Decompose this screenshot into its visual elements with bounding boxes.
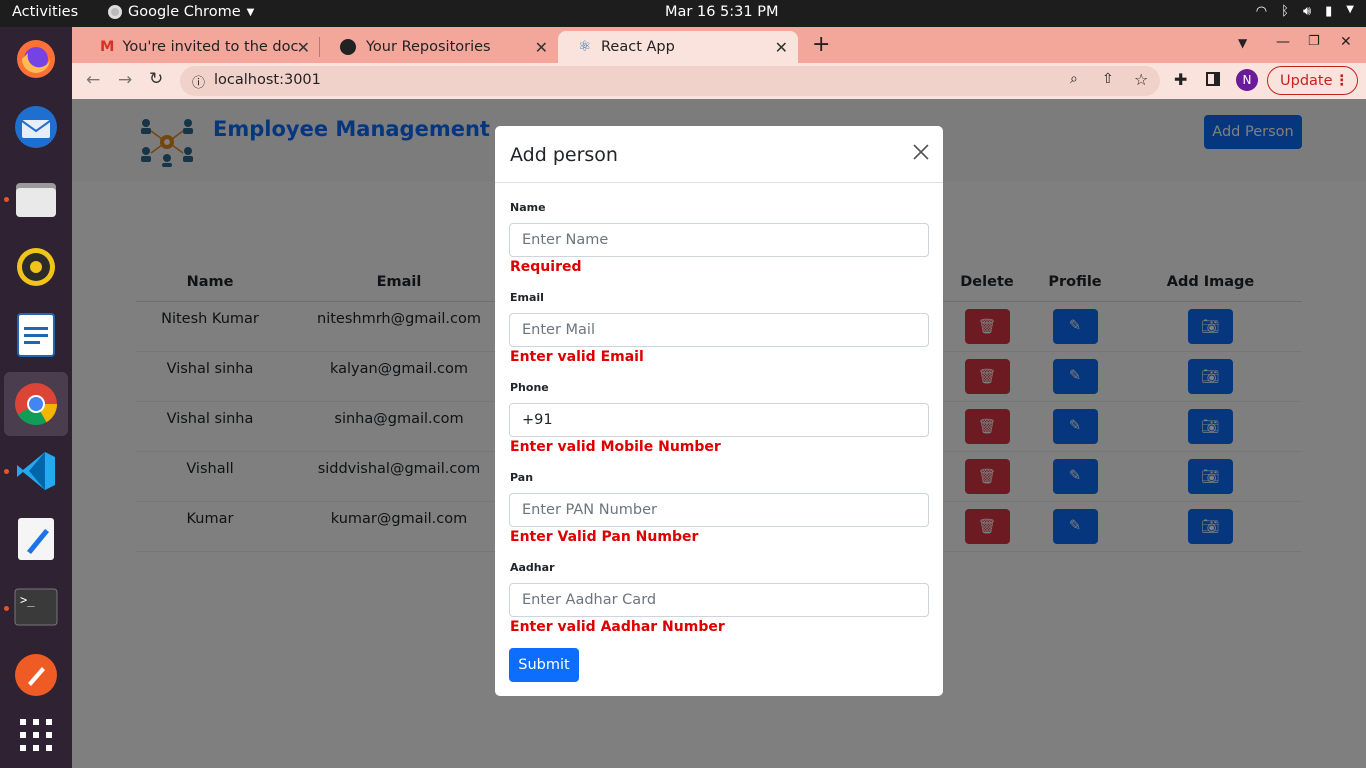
new-tab-button[interactable]: + [812, 32, 830, 57]
close-icon[interactable] [911, 142, 931, 162]
clock[interactable]: Mar 16 5:31 PM [665, 4, 778, 20]
tab-title: React App [601, 39, 675, 55]
aadhar-label: Aadhar [510, 561, 555, 574]
side-panel-icon[interactable] [1206, 72, 1220, 86]
thunderbird-icon[interactable] [12, 103, 60, 151]
text-editor-icon[interactable] [12, 515, 60, 563]
bluetooth-icon: ᛒ [1281, 4, 1289, 19]
system-tray[interactable]: ◠ ᛒ 🔊︎ ▮ ▼ [1256, 4, 1354, 19]
react-icon: ⚛ [578, 39, 591, 55]
name-label: Name [510, 201, 546, 214]
files-icon[interactable] [12, 175, 60, 223]
reload-icon[interactable]: ↻ [149, 69, 163, 89]
modal-header: Add person [495, 126, 943, 183]
battery-icon: ▮ [1325, 4, 1333, 19]
name-input[interactable] [509, 223, 929, 257]
system-top-bar: Activities Google Chrome ▼ Mar 16 5:31 P… [0, 0, 1366, 27]
activities-button[interactable]: Activities [12, 4, 78, 20]
maximize-button[interactable]: ❐ [1308, 34, 1320, 49]
add-person-modal: Add person Name Required Email Enter val… [495, 126, 943, 696]
email-label: Email [510, 291, 544, 304]
caret-down-icon: ▼ [246, 6, 255, 18]
browser-toolbar: ← → ↻ ⓘ localhost:3001 ⌕ ⇧ ☆ ✚ N Update … [72, 63, 1366, 99]
close-icon[interactable]: ✕ [297, 38, 310, 57]
pan-error: Enter Valid Pan Number [510, 529, 699, 545]
chrome-icon[interactable] [4, 372, 68, 436]
email-error: Enter valid Email [510, 349, 644, 365]
submit-button[interactable]: Submit [509, 648, 579, 682]
update-button[interactable]: Update ⋮ [1267, 66, 1358, 95]
tab-title: You're invited to the docu [122, 39, 299, 55]
tab-search-icon[interactable]: ▼ [1238, 36, 1247, 50]
browser-window: M You're invited to the docu ✕ Your Repo… [72, 27, 1366, 768]
chevron-down-icon: ▼ [1346, 4, 1354, 15]
aadhar-input[interactable] [509, 583, 929, 617]
phone-error: Enter valid Mobile Number [510, 439, 721, 455]
gmail-icon: M [100, 39, 115, 55]
running-indicator [4, 606, 9, 611]
close-window-button[interactable]: ✕ [1340, 34, 1352, 50]
app-menu[interactable]: Google Chrome ▼ [108, 4, 254, 20]
page-content: Employee Management Add Person Name Emai… [72, 99, 1366, 768]
pan-label: Pan [510, 471, 534, 484]
terminal-icon[interactable]: >_ [12, 583, 60, 631]
forward-icon[interactable]: → [118, 70, 132, 90]
tab-strip: M You're invited to the docu ✕ Your Repo… [72, 27, 1366, 63]
zoom-icon[interactable]: ⌕ [1070, 71, 1078, 87]
tab-react-app[interactable]: ⚛ React App ✕ [558, 31, 798, 63]
close-icon[interactable]: ✕ [535, 38, 548, 57]
url-text: localhost:3001 [214, 72, 321, 88]
address-bar[interactable]: ⓘ localhost:3001 ⌕ ⇧ ☆ [180, 66, 1160, 96]
email-input[interactable] [509, 313, 929, 347]
extensions-icon[interactable]: ✚ [1174, 70, 1187, 89]
firefox-icon[interactable] [12, 35, 60, 83]
name-error: Required [510, 259, 582, 275]
github-icon [340, 39, 356, 55]
running-indicator [4, 469, 9, 474]
phone-label: Phone [510, 381, 549, 394]
app-grid-icon[interactable] [12, 711, 60, 759]
svg-text:>_: >_ [20, 593, 35, 607]
bookmark-star-icon[interactable]: ☆ [1134, 70, 1148, 89]
phone-input[interactable] [509, 403, 929, 437]
writer-icon[interactable] [12, 311, 60, 359]
postman-icon[interactable] [12, 651, 60, 699]
running-indicator [4, 197, 9, 202]
share-icon[interactable]: ⇧ [1102, 71, 1114, 87]
tab-title: Your Repositories [366, 39, 491, 55]
volume-icon: 🔊︎ [1302, 4, 1312, 19]
minimize-button[interactable]: — [1276, 34, 1290, 50]
app-menu-label: Google Chrome [128, 4, 241, 20]
modal-title: Add person [510, 144, 618, 166]
wifi-icon: ◠ [1255, 4, 1268, 19]
profile-avatar[interactable]: N [1236, 69, 1258, 91]
aadhar-error: Enter valid Aadhar Number [510, 619, 725, 635]
tab-repositories[interactable]: Your Repositories ✕ [320, 31, 558, 63]
close-icon[interactable]: ✕ [775, 38, 788, 57]
update-label: Update [1280, 72, 1333, 89]
tab-gmail[interactable]: M You're invited to the docu ✕ [80, 31, 320, 63]
dock: >_ [0, 27, 72, 768]
back-icon[interactable]: ← [86, 70, 100, 90]
vscode-icon[interactable] [12, 447, 60, 495]
site-info-icon[interactable]: ⓘ [192, 72, 205, 91]
rhythmbox-icon[interactable] [12, 243, 60, 291]
more-vert-icon: ⋮ [1334, 72, 1350, 89]
chrome-small-icon [108, 5, 122, 19]
pan-input[interactable] [509, 493, 929, 527]
